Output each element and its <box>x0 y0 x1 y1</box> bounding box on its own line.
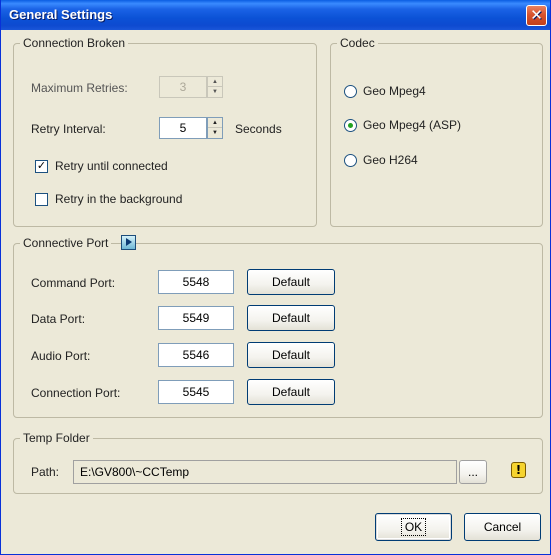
retry-interval-input[interactable]: 5 <box>159 117 207 139</box>
codec-option-geo-h264-label: Geo H264 <box>363 153 418 167</box>
max-retries-input[interactable]: 3 <box>159 76 207 98</box>
data-port-input[interactable]: 5549 <box>158 306 234 330</box>
ok-button-label: OK <box>400 518 427 536</box>
connective-port-title: Connective Port <box>20 236 112 250</box>
connection-port-default-button[interactable]: Default <box>247 379 335 405</box>
seconds-label: Seconds <box>235 122 282 136</box>
retry-interval-spinner[interactable]: ▲ ▼ <box>207 117 223 139</box>
data-port-default-button[interactable]: Default <box>247 305 335 331</box>
retry-interval-label: Retry Interval: <box>31 122 106 136</box>
title-bar: General Settings ✕ <box>1 0 550 30</box>
codec-option-geo-mpeg4-radio[interactable] <box>344 85 357 98</box>
retry-until-connected-checkbox[interactable]: ✓ <box>35 160 48 173</box>
command-port-default-button[interactable]: Default <box>247 269 335 295</box>
general-settings-dialog: General Settings ✕ Connection Broken Max… <box>0 0 551 555</box>
temp-folder-title: Temp Folder <box>20 431 93 445</box>
codec-title: Codec <box>337 36 378 50</box>
audio-port-input[interactable]: 5546 <box>158 343 234 367</box>
ok-button[interactable]: OK <box>375 513 452 541</box>
browse-button[interactable]: ... <box>459 460 487 484</box>
warning-icon: ! <box>511 462 526 478</box>
spin-down-icon[interactable]: ▼ <box>208 87 222 97</box>
spin-up-icon[interactable]: ▲ <box>208 77 222 87</box>
connection-port-label: Connection Port: <box>31 386 121 400</box>
codec-option-geo-mpeg4-asp-radio[interactable] <box>344 119 357 132</box>
retry-background-checkbox[interactable] <box>35 193 48 206</box>
close-icon[interactable]: ✕ <box>526 5 547 26</box>
spin-down-icon[interactable]: ▼ <box>208 128 222 138</box>
spin-up-icon[interactable]: ▲ <box>208 118 222 128</box>
codec-option-geo-mpeg4-asp-label: Geo Mpeg4 (ASP) <box>363 118 462 132</box>
codec-group: Codec <box>330 36 543 227</box>
codec-option-geo-mpeg4-label: Geo Mpeg4 <box>363 84 426 98</box>
path-label: Path: <box>31 465 60 479</box>
audio-port-label: Audio Port: <box>31 349 91 363</box>
cancel-button[interactable]: Cancel <box>464 513 541 541</box>
command-port-input[interactable]: 5548 <box>158 270 234 294</box>
window-title: General Settings <box>9 7 113 22</box>
arrow-right-icon[interactable] <box>121 235 136 250</box>
connection-broken-title: Connection Broken <box>20 36 129 50</box>
codec-option-geo-h264-radio[interactable] <box>344 154 357 167</box>
temp-folder-path-input[interactable]: E:\GV800\~CCTemp <box>73 460 457 484</box>
retry-background-label: Retry in the background <box>55 192 183 206</box>
connection-port-input[interactable]: 5545 <box>158 380 234 404</box>
retry-until-connected-label: Retry until connected <box>55 159 168 173</box>
data-port-label: Data Port: <box>31 312 86 326</box>
max-retries-spinner[interactable]: ▲ ▼ <box>207 76 223 98</box>
max-retries-label: Maximum Retries: <box>31 81 128 95</box>
command-port-label: Command Port: <box>31 276 116 290</box>
audio-port-default-button[interactable]: Default <box>247 342 335 368</box>
